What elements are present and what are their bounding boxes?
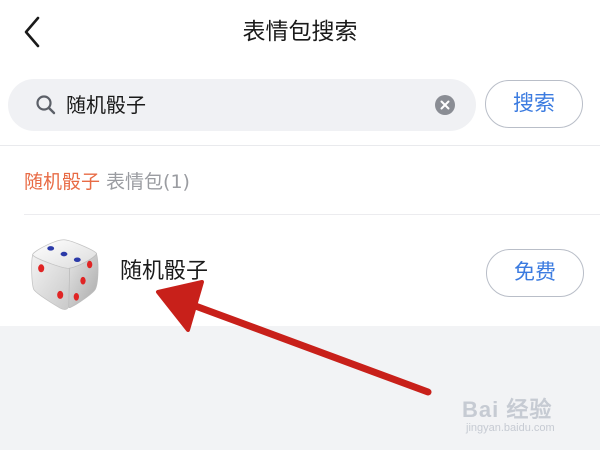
navigation-bar: 表情包搜索	[0, 0, 600, 64]
search-input[interactable]: 随机骰子	[8, 79, 476, 131]
watermark-subtext: jingyan.baidu.com	[466, 422, 555, 434]
watermark: Bai 经验 jingyan.baidu.com	[462, 392, 592, 440]
results-count-label: 表情包(1)	[100, 171, 190, 193]
clear-button[interactable]	[435, 95, 455, 115]
result-name: 随机骰子	[120, 259, 209, 284]
dice-icon	[31, 239, 99, 310]
result-item[interactable]: 随机骰子 免费	[0, 218, 600, 324]
divider	[24, 214, 600, 215]
clear-icon	[440, 100, 450, 110]
watermark-text: Bai 经验	[462, 397, 553, 422]
search-icon	[36, 95, 56, 115]
divider	[0, 145, 600, 146]
page-title: 表情包搜索	[242, 19, 358, 45]
results-section-header: 随机骰子 表情包(1)	[24, 168, 190, 196]
results-query-label: 随机骰子	[24, 171, 101, 193]
screen: 表情包搜索 随机骰子 搜索 随机骰子 表情包(1) 随机骰子 免费 Bai 经验…	[0, 0, 600, 450]
search-query-text: 随机骰子	[66, 93, 146, 117]
search-button[interactable]: 搜索	[485, 80, 583, 128]
free-button[interactable]: 免费	[486, 249, 584, 297]
